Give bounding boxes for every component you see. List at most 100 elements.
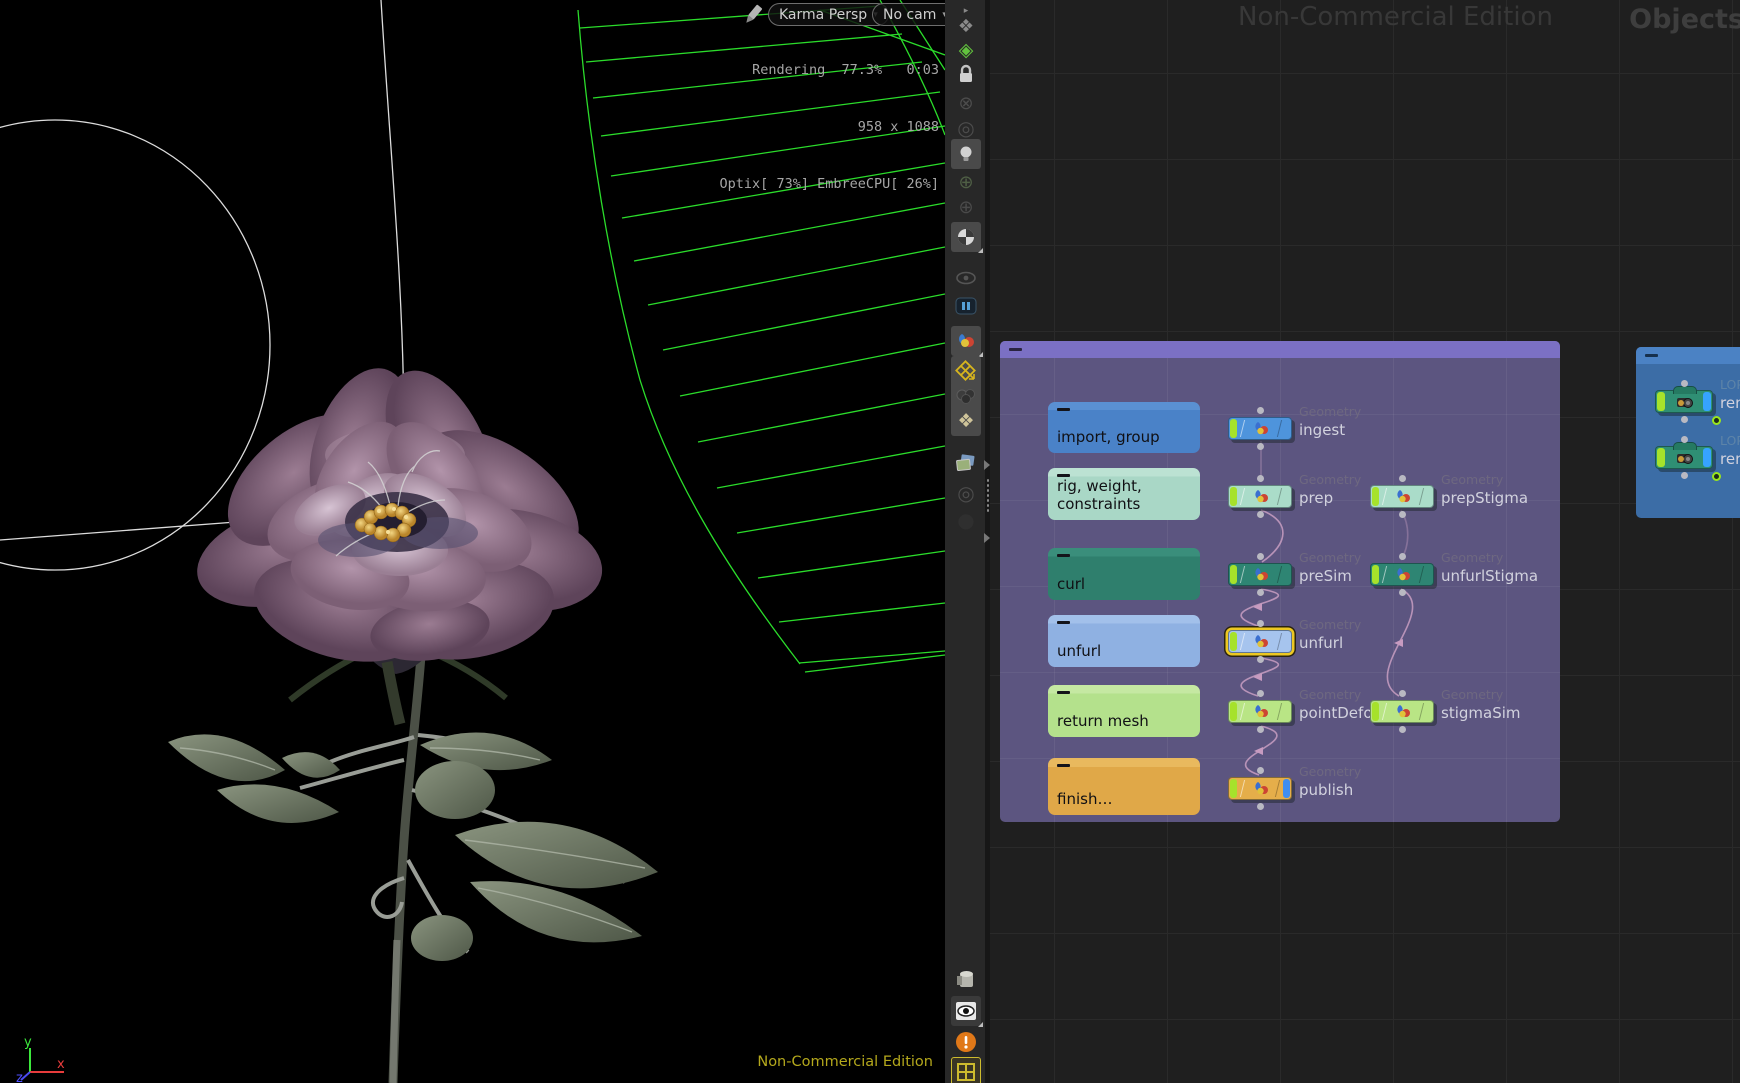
geometry-icon [1252,489,1270,505]
camera-render-icon [1676,394,1694,410]
output-connector[interactable] [1257,443,1264,450]
bypass-flag[interactable] [1230,702,1237,721]
node-unfurlStigma[interactable]: Geometry unfurlStigma [1370,563,1434,586]
input-connector[interactable] [1257,407,1264,414]
node-category: LOP [1720,377,1740,392]
input-connector[interactable] [1257,620,1264,627]
node-category: Geometry [1299,550,1361,565]
node-name: prep [1299,489,1333,507]
axis-y-label: y [24,1035,32,1050]
input-connector[interactable] [1399,475,1406,482]
backdrop-rig-weight-constraints[interactable]: rig, weight, constraints [1048,468,1200,520]
input-connector[interactable] [1681,436,1688,443]
output-connector[interactable] [1257,589,1264,596]
scene-viewport[interactable]: y x z Karma Persp ▾ No cam ▾ Rendering 7… [0,0,945,1083]
add-pin-icon[interactable]: ⊕ [955,196,977,218]
film-roll-icon[interactable] [955,968,977,990]
bypass-flag[interactable] [1230,419,1237,438]
bypass-flag[interactable] [1230,565,1237,584]
geometry-icon [1252,704,1270,720]
node-name: ingest [1299,421,1345,439]
view-brush-icon[interactable] [955,267,977,289]
backdrop-unfurl[interactable]: unfurl [1048,615,1200,667]
node-stigmaSim[interactable]: Geometry stigmaSim [1370,700,1434,723]
output-connector[interactable] [1257,656,1264,663]
input-connector[interactable] [1257,475,1264,482]
material-preview-icon[interactable] [951,222,981,252]
output-connector[interactable] [1399,511,1406,518]
backdrop-finish[interactable]: finish… [1048,758,1200,815]
backdrop-label: curl [1057,575,1085,593]
layers-icon[interactable]: ❖ [951,406,981,436]
node-name: preSim [1299,567,1352,585]
render-view-icon[interactable]: ◈ [955,39,977,61]
bypass-flag[interactable] [1657,392,1665,411]
viewport-watermark: Non-Commercial Edition [757,1054,933,1070]
output-connector[interactable] [1399,589,1406,596]
lightbulb-icon[interactable] [951,139,981,169]
pause-icon[interactable] [955,295,977,317]
lock-icon[interactable] [955,63,977,85]
rings-icon[interactable]: ◎ [955,117,977,139]
geometry-icon [1252,634,1270,650]
snapshot-icon[interactable] [955,452,977,474]
preview-eye-icon[interactable] [951,996,981,1026]
node-name: unfurlStigma [1441,567,1538,585]
geometry-icon [1252,781,1270,797]
output-connector[interactable] [1257,803,1264,810]
node-category: Geometry [1299,472,1361,487]
minimize-icon[interactable] [1057,691,1070,694]
backdrop-curl[interactable]: curl [1048,548,1200,600]
render-devices: Optix[ 73%] EmbreeCPU[ 26%] [720,175,939,194]
output-connector[interactable] [1399,726,1406,733]
minimize-icon[interactable] [1057,408,1070,411]
node-publish[interactable]: Geometry publish [1228,777,1292,800]
warning-icon[interactable] [955,1031,977,1053]
display-flag[interactable] [1703,448,1711,467]
input-connector[interactable] [1399,553,1406,560]
node-render-2[interactable]: LOP ren [1655,446,1713,469]
node-prepStigma[interactable]: Geometry prepStigma [1370,485,1434,508]
bypass-flag[interactable] [1230,632,1237,651]
geometry-icon [1252,421,1270,437]
desktop-grid-icon[interactable] [951,1057,981,1083]
flower-render [168,354,658,1083]
bypass-flag[interactable] [1372,487,1379,506]
display-flag[interactable] [1703,392,1711,411]
add-light-icon[interactable]: ⊕ [955,171,977,193]
node-prep[interactable]: Geometry prep [1228,485,1292,508]
bypass-flag[interactable] [1372,702,1379,721]
output-connector[interactable] [1257,511,1264,518]
network-editor[interactable]: Non-Commercial Edition Objects [990,0,1740,1083]
node-preSim[interactable]: Geometry preSim [1228,563,1292,586]
input-connector[interactable] [1399,690,1406,697]
pin-disabled-icon[interactable]: ⊗ [955,92,977,114]
bypass-flag[interactable] [1657,448,1665,467]
bypass-flag[interactable] [1372,565,1379,584]
node-category: Geometry [1299,687,1361,702]
input-connector[interactable] [1257,767,1264,774]
bypass-flag[interactable] [1230,487,1237,506]
backdrop-import-group[interactable]: import, group [1048,402,1200,453]
display-flag[interactable] [1283,779,1290,798]
output-connector[interactable] [1257,726,1264,733]
geometry-colors-icon[interactable] [951,326,981,356]
points-sphere-icon[interactable]: ● [955,509,977,531]
input-connector[interactable] [1681,380,1688,387]
ring-dim-icon[interactable]: ◎ [955,482,977,504]
output-connector[interactable] [1681,472,1688,479]
node-pointDeform[interactable]: Geometry pointDeform [1228,700,1292,723]
input-connector[interactable] [1257,690,1264,697]
node-unfurl[interactable]: Geometry unfurl [1228,630,1292,653]
bypass-flag[interactable] [1230,779,1237,798]
input-connector[interactable] [1257,553,1264,560]
node-render-1[interactable]: LOP ren [1655,390,1713,413]
output-connector[interactable] [1681,416,1688,423]
view-options-icon[interactable]: ❖ [955,15,977,37]
node-name: unfurl [1299,634,1343,652]
node-ingest[interactable]: Geometry ingest [1228,417,1292,440]
backdrop-return-mesh[interactable]: return mesh [1048,685,1200,737]
minimize-icon[interactable] [1057,764,1070,767]
minimize-icon[interactable] [1057,621,1070,624]
minimize-icon[interactable] [1057,554,1070,557]
